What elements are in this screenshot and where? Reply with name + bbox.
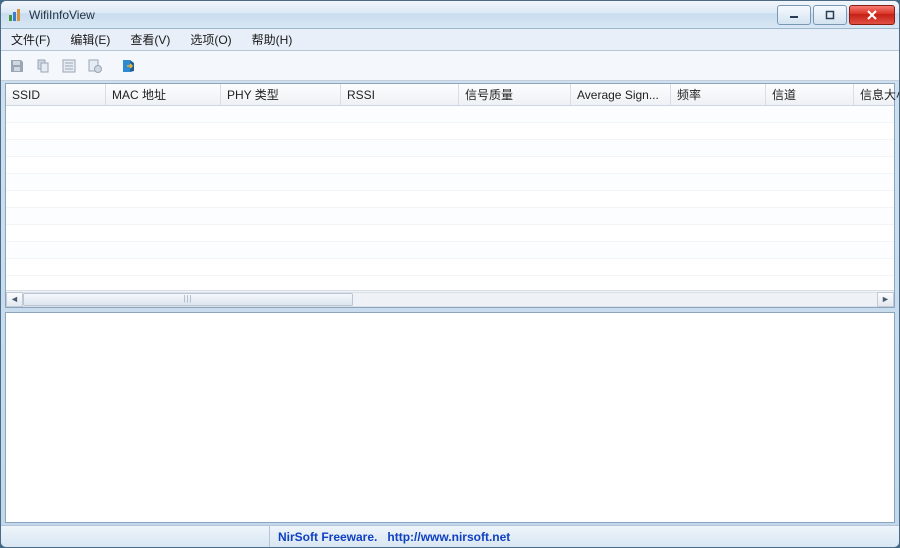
scroll-left-button[interactable]: ◄ [6,292,23,307]
list-body[interactable] [6,106,894,290]
app-window: WifiInfoView 文件(F) 编辑(E) 查看(V) 选项(O) 帮助(… [0,0,900,548]
window-controls [777,5,895,25]
toolbar-separator [111,56,113,76]
list-row[interactable] [6,191,894,208]
horizontal-scrollbar[interactable]: ◄ ► [6,290,894,307]
list-row[interactable] [6,242,894,259]
list-row[interactable] [6,259,894,276]
minimize-button[interactable] [777,5,811,25]
column-header[interactable]: SSID [6,84,106,105]
scroll-right-button[interactable]: ► [877,292,894,307]
list-row[interactable] [6,225,894,242]
statusbar-product: NirSoft Freeware. http://www.nirsoft.net [269,526,518,547]
list-row[interactable] [6,174,894,191]
copy-icon[interactable] [33,56,53,76]
window-title: WifiInfoView [29,8,777,22]
detail-pane[interactable] [5,312,895,523]
menu-view[interactable]: 查看(V) [120,29,180,50]
list-row[interactable] [6,106,894,123]
menu-file[interactable]: 文件(F) [1,29,60,50]
list-row[interactable] [6,123,894,140]
scroll-track[interactable] [23,292,877,307]
exit-icon[interactable] [119,56,139,76]
column-header[interactable]: RSSI [341,84,459,105]
column-header[interactable]: 频率 [671,84,766,105]
menu-options[interactable]: 选项(O) [180,29,241,50]
column-header[interactable]: 信号质量 [459,84,571,105]
menu-help[interactable]: 帮助(H) [242,29,303,50]
titlebar[interactable]: WifiInfoView [1,1,899,29]
product-url[interactable]: http://www.nirsoft.net [387,530,510,544]
statusbar-cell-left [1,526,269,547]
menubar: 文件(F) 编辑(E) 查看(V) 选项(O) 帮助(H) [1,29,899,51]
options-icon[interactable] [85,56,105,76]
list-row[interactable] [6,208,894,225]
column-header[interactable]: 信道 [766,84,854,105]
scroll-thumb[interactable] [23,293,353,306]
column-header[interactable]: 信息大小 [854,84,900,105]
column-header[interactable]: Average Sign... [571,84,671,105]
list-header: SSIDMAC 地址PHY 类型RSSI信号质量Average Sign...频… [6,84,894,106]
app-icon [7,7,23,23]
save-icon[interactable] [7,56,27,76]
close-button[interactable] [849,5,895,25]
properties-icon[interactable] [59,56,79,76]
column-header[interactable]: MAC 地址 [106,84,221,105]
maximize-button[interactable] [813,5,847,25]
menu-edit[interactable]: 编辑(E) [60,29,120,50]
toolbar [1,51,899,81]
wifi-list[interactable]: SSIDMAC 地址PHY 类型RSSI信号质量Average Sign...频… [5,83,895,308]
column-header[interactable]: PHY 类型 [221,84,341,105]
list-row[interactable] [6,140,894,157]
product-label: NirSoft Freeware. [278,530,377,544]
statusbar: NirSoft Freeware. http://www.nirsoft.net [1,525,899,547]
list-row[interactable] [6,157,894,174]
